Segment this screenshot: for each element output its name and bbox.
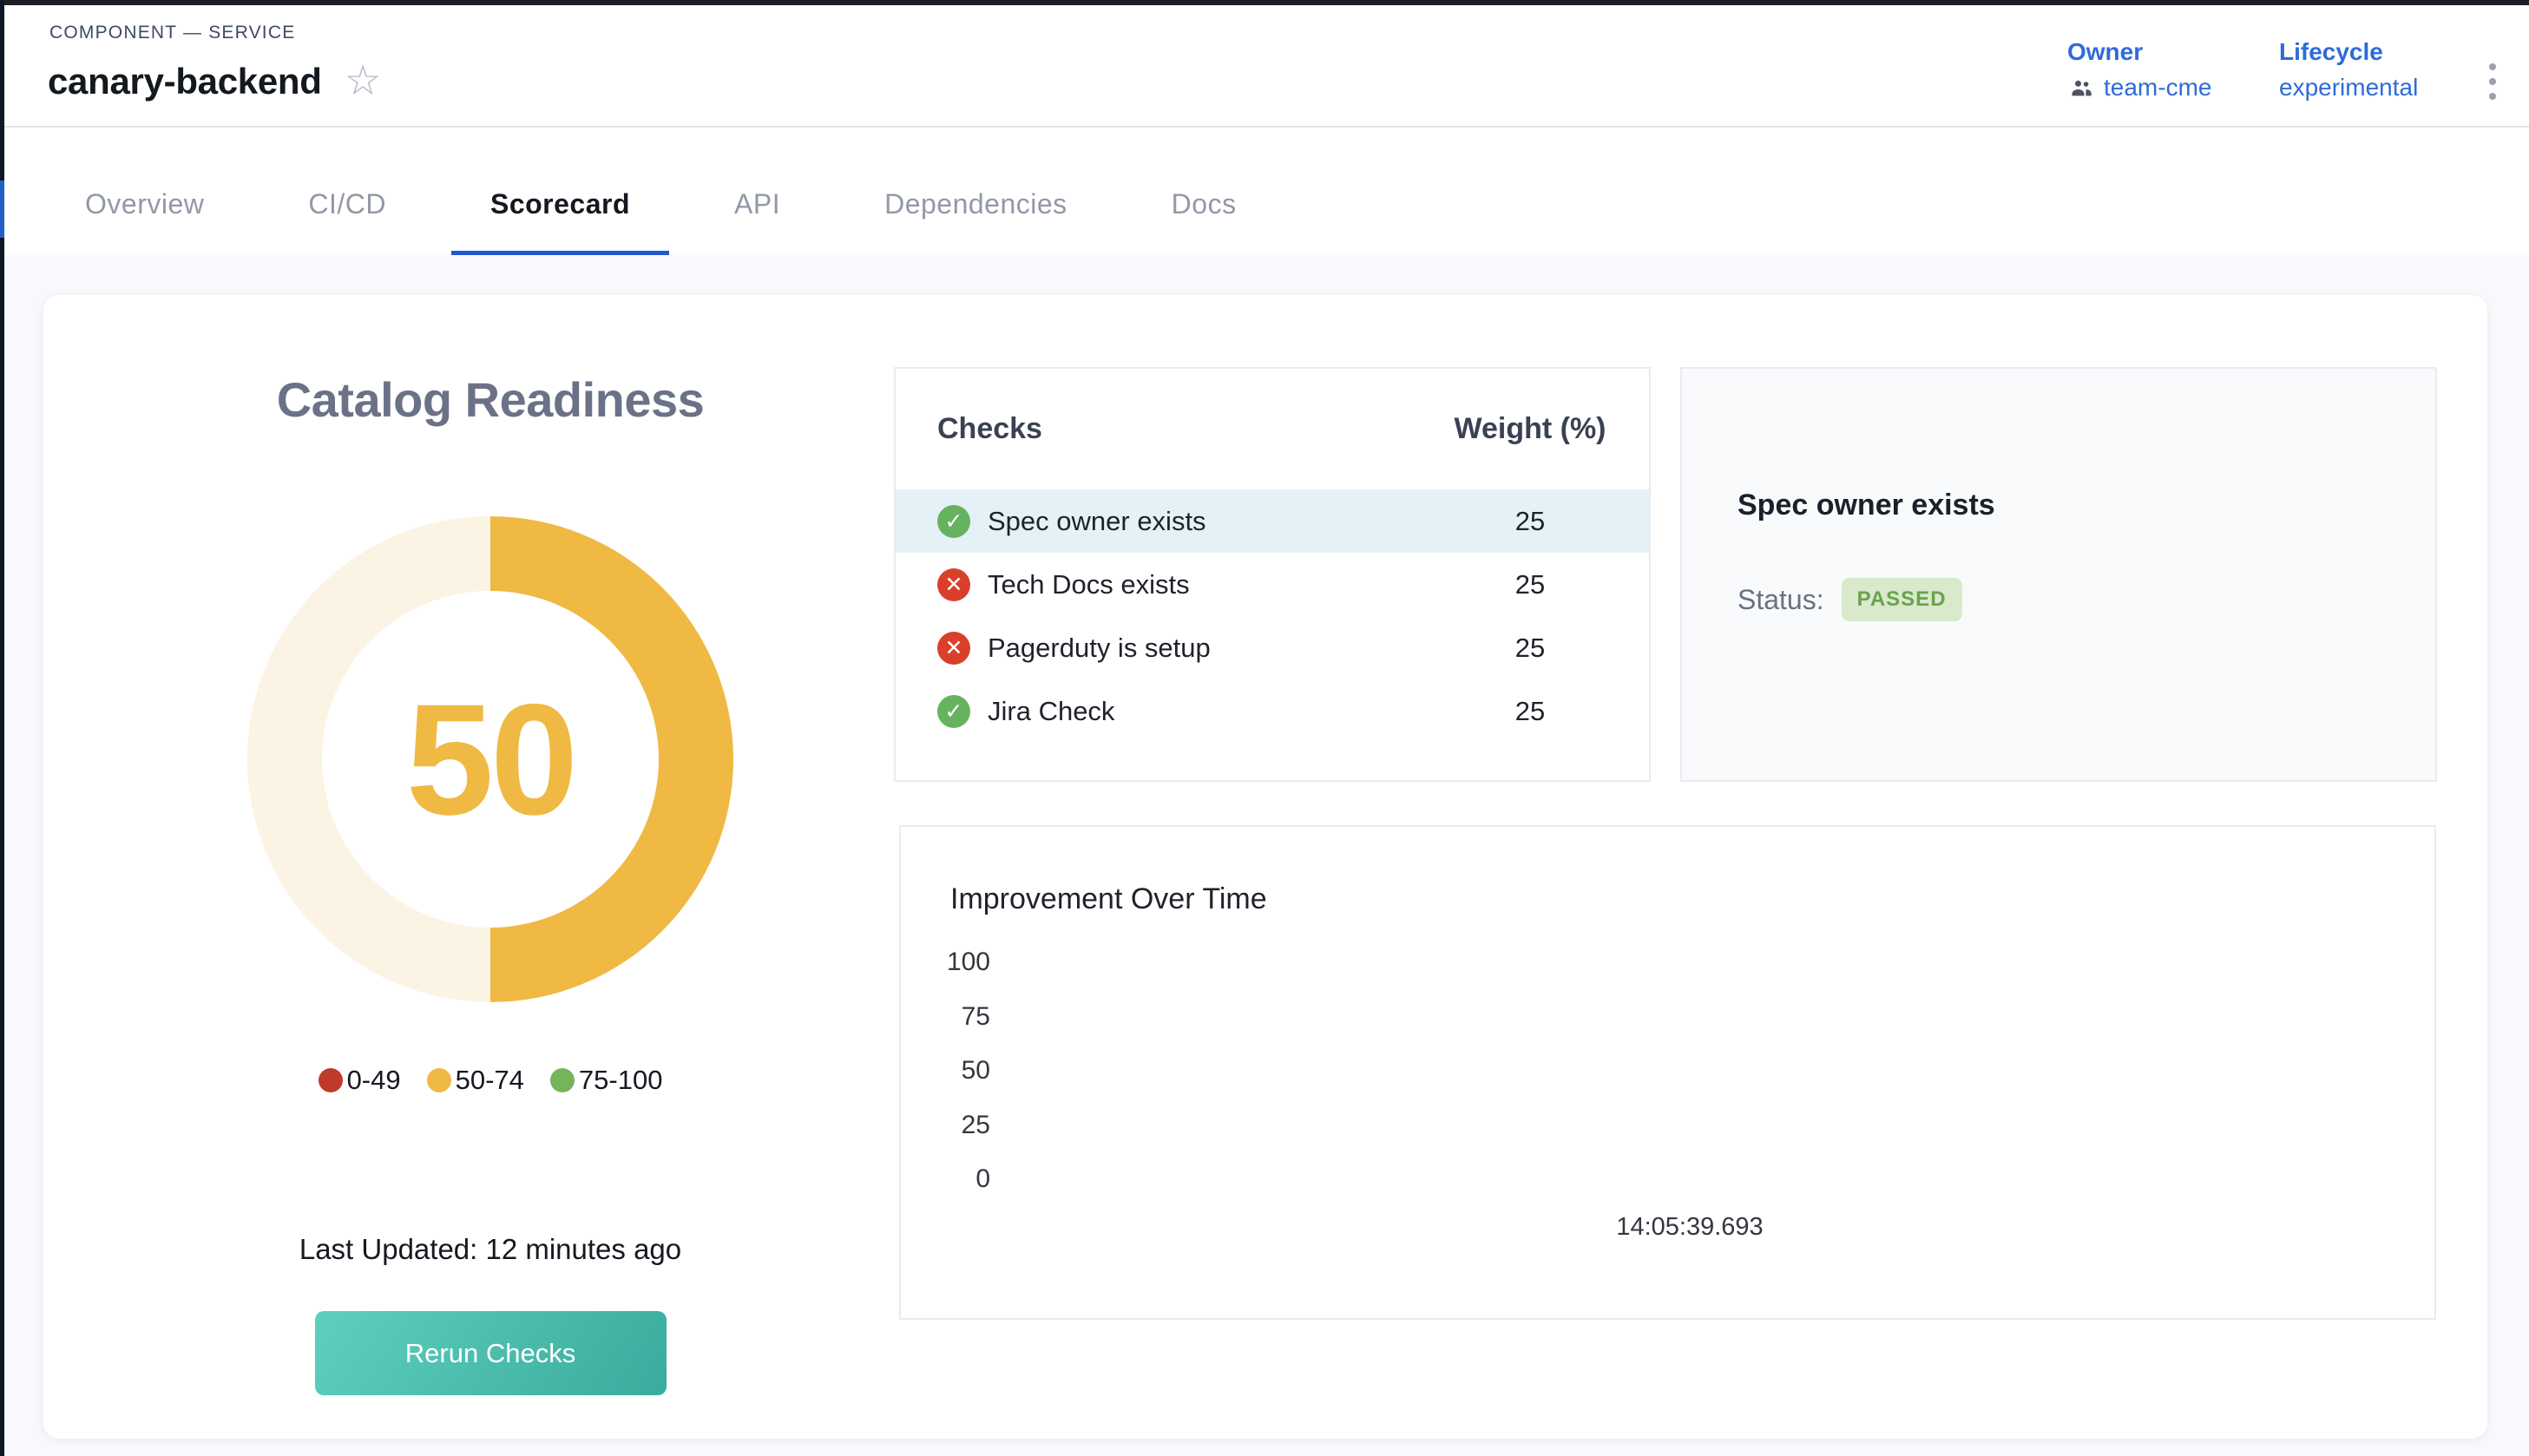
- checks-panel: Checks Weight (%) ✓ Spec owner exists 25…: [894, 367, 1651, 782]
- window-left-edge: [0, 0, 4, 1456]
- improvement-chart-panel: Improvement Over Time 100 75 50 25 0 14:…: [899, 825, 2436, 1320]
- check-failed-icon: ✕: [937, 632, 970, 665]
- last-updated-text: Last Updated: 12 minutes ago: [43, 1233, 937, 1266]
- check-failed-icon: ✕: [937, 568, 970, 601]
- gauge-title: Catalog Readiness: [43, 371, 937, 428]
- favorite-star-icon[interactable]: ☆: [345, 61, 382, 102]
- chart-title: Improvement Over Time: [950, 882, 1267, 916]
- y-axis-tick: 75: [921, 1002, 990, 1032]
- checks-table-header: Checks Weight (%): [896, 369, 1649, 489]
- legend-dot-green: [550, 1068, 575, 1092]
- y-axis-tick: 100: [921, 948, 990, 977]
- team-icon: [2067, 75, 2095, 100]
- check-row-pagerduty[interactable]: ✕ Pagerduty is setup 25: [896, 616, 1649, 679]
- tab-dependencies[interactable]: Dependencies: [845, 158, 1107, 256]
- window-edge-accent: [0, 180, 4, 238]
- gauge-section: Catalog Readiness 50 0-49 50-74 75-100: [43, 295, 937, 1439]
- legend-dot-red: [319, 1068, 343, 1092]
- check-detail-title: Spec owner exists: [1682, 369, 2435, 522]
- check-passed-icon: ✓: [937, 505, 970, 538]
- check-passed-icon: ✓: [937, 695, 970, 728]
- legend-item: 50-74: [427, 1065, 524, 1096]
- entity-tabbar: Overview CI/CD Scorecard API Dependencie…: [0, 126, 2529, 255]
- window-top-edge: [0, 0, 2529, 5]
- legend-item: 0-49: [319, 1065, 401, 1096]
- status-badge: PASSED: [1842, 578, 1962, 621]
- more-options-kebab-icon[interactable]: [2473, 49, 2512, 115]
- score-donut-chart: 50: [247, 516, 733, 1002]
- check-row-tech-docs[interactable]: ✕ Tech Docs exists 25: [896, 553, 1649, 616]
- lifecycle-block: Lifecycle experimental: [2279, 38, 2418, 102]
- weight-column-header: Weight (%): [1422, 412, 1639, 446]
- y-axis-tick: 0: [921, 1164, 990, 1194]
- legend-dot-yellow: [427, 1068, 451, 1092]
- entity-header: COMPONENT — SERVICE canary-backend ☆ Own…: [0, 0, 2529, 126]
- tab-overview[interactable]: Overview: [46, 158, 243, 256]
- scorecard-card: Catalog Readiness 50 0-49 50-74 75-100: [43, 295, 2487, 1439]
- lifecycle-label: Lifecycle: [2279, 38, 2418, 66]
- check-detail-panel: Spec owner exists Status: PASSED: [1680, 367, 2437, 782]
- score-value: 50: [406, 668, 575, 850]
- tab-cicd[interactable]: CI/CD: [269, 158, 425, 256]
- owner-block: Owner team-cme: [2067, 38, 2211, 102]
- scorecard-page: Catalog Readiness 50 0-49 50-74 75-100: [0, 255, 2529, 1456]
- tab-docs[interactable]: Docs: [1133, 158, 1276, 256]
- score-legend: 0-49 50-74 75-100: [43, 1065, 937, 1096]
- check-row-spec-owner[interactable]: ✓ Spec owner exists 25: [896, 489, 1649, 553]
- y-axis-tick: 25: [921, 1111, 990, 1140]
- tab-api[interactable]: API: [695, 158, 819, 256]
- tab-scorecard[interactable]: Scorecard: [451, 158, 669, 256]
- checks-column-header: Checks: [937, 412, 1422, 446]
- check-row-jira[interactable]: ✓ Jira Check 25: [896, 679, 1649, 743]
- owner-label: Owner: [2067, 38, 2211, 66]
- lifecycle-value: experimental: [2279, 74, 2418, 102]
- legend-item: 75-100: [550, 1065, 663, 1096]
- rerun-checks-button[interactable]: Rerun Checks: [315, 1311, 667, 1395]
- breadcrumb: COMPONENT — SERVICE: [49, 23, 295, 43]
- y-axis-tick: 50: [921, 1056, 990, 1085]
- owner-value-link[interactable]: team-cme: [2104, 74, 2211, 102]
- page-title: canary-backend: [48, 61, 322, 102]
- status-label: Status:: [1737, 584, 1824, 616]
- x-axis-tick: 14:05:39.693: [1560, 1213, 1820, 1242]
